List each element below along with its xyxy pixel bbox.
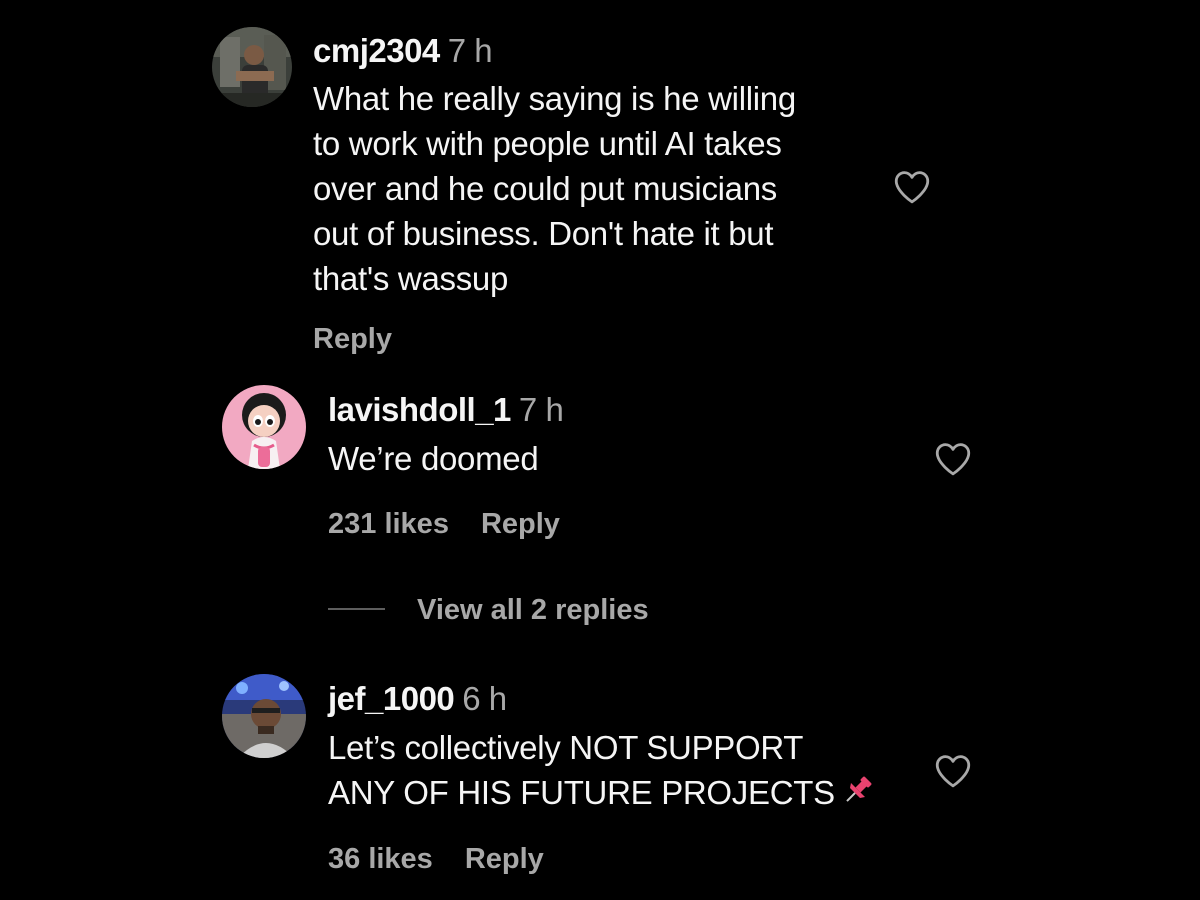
comment-text-line: to work with people until AI takes	[313, 125, 782, 162]
username[interactable]: lavishdoll_1	[328, 391, 511, 428]
likes-count[interactable]: 231 likes	[328, 506, 449, 542]
heart-outline-icon[interactable]	[932, 750, 974, 792]
username[interactable]: cmj2304	[313, 32, 440, 69]
heart-outline-icon[interactable]	[891, 166, 933, 208]
avatar[interactable]	[222, 385, 306, 469]
timestamp: 7 h	[447, 32, 493, 69]
comment-text-line: that's wassup	[313, 260, 509, 297]
avatar[interactable]	[222, 674, 306, 758]
comment-text: We’re doomed	[328, 436, 539, 481]
comment-header: cmj2304 7 h	[313, 31, 493, 71]
timestamp: 7 h	[518, 391, 564, 428]
reply-button[interactable]: Reply	[313, 321, 392, 357]
view-replies-label[interactable]: View all 2 replies	[417, 592, 649, 628]
comment-actions: Reply	[313, 321, 392, 357]
heart-outline-icon[interactable]	[932, 438, 974, 480]
reply-button[interactable]: Reply	[481, 506, 560, 542]
comment-text-line: Let’s collectively NOT SUPPORT	[328, 729, 804, 766]
comment-actions: 231 likes Reply	[328, 506, 560, 542]
comment-header: lavishdoll_1 7 h	[328, 390, 564, 430]
comment-text: What he really saying is he willing to w…	[313, 76, 796, 301]
comment-actions: 36 likes Reply	[328, 841, 544, 877]
pushpin-icon	[846, 776, 872, 802]
comment-text-line: out of business. Don't hate it but	[313, 215, 774, 252]
comment-header: jef_1000 6 h	[328, 679, 507, 719]
username[interactable]: jef_1000	[328, 680, 455, 717]
comment-text-line: over and he could put musicians	[313, 170, 777, 207]
avatar[interactable]	[212, 27, 292, 107]
comment-text-segment: ANY OF HIS FUTURE PROJECTS	[328, 774, 835, 811]
comment-text-line: ANY OF HIS FUTURE PROJECTS	[328, 770, 875, 815]
comment-text-line: We’re doomed	[328, 440, 539, 477]
comment-text-line: What he really saying is he willing	[313, 80, 796, 117]
likes-count[interactable]: 36 likes	[328, 841, 433, 877]
reply-button[interactable]: Reply	[465, 841, 544, 877]
comment-text: Let’s collectively NOT SUPPORT ANY OF HI…	[328, 725, 875, 815]
replies-divider-line	[328, 608, 385, 610]
timestamp: 6 h	[462, 680, 507, 717]
